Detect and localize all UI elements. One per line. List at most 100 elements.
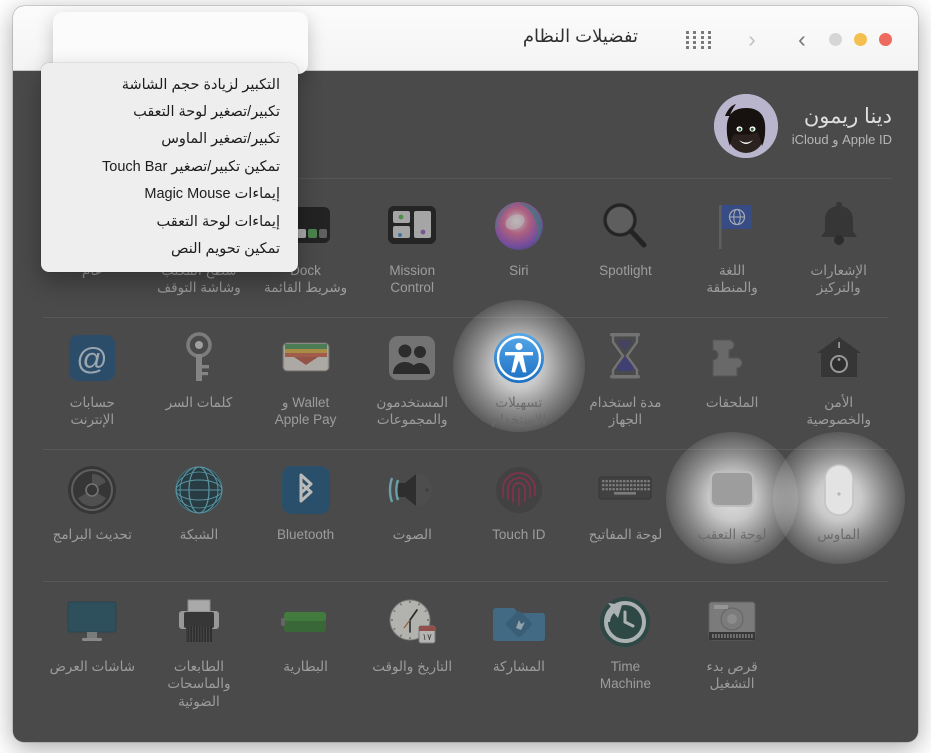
preferences-row: تحديث البرامج الشبكة Bluetooth الصوت Touch I… <box>39 450 892 582</box>
back-chevron-icon[interactable]: ‹ <box>739 26 765 52</box>
pref-item-label: الإشعارات والتركيز <box>810 263 867 296</box>
pref-item-mission-control[interactable]: Mission Control <box>359 192 466 310</box>
account-name: دينا ريمون <box>803 104 892 128</box>
svg-text:@: @ <box>77 341 108 376</box>
sound-icon <box>384 462 440 518</box>
pref-item-label: حسابات الإنترنت <box>69 395 115 428</box>
pref-item-label: Time Machine <box>599 659 651 692</box>
accessibility-icon <box>491 330 547 386</box>
search-suggestion-item[interactable]: تكبير/تصغير الماوس <box>41 126 298 153</box>
search-suggestion-item[interactable]: إيماءات Magic Mouse <box>41 181 298 208</box>
page-title: تفضيلات النظام <box>522 26 638 46</box>
avatar[interactable] <box>713 94 778 158</box>
pref-item-screen-time[interactable]: مدة استخدام الجهاز <box>572 324 679 442</box>
bluetooth-icon <box>278 462 334 518</box>
pref-item-spotlight[interactable]: Spotlight <box>572 192 679 310</box>
search-suggestion-item[interactable]: إيماءات لوحة التعقب <box>41 208 298 235</box>
pref-item-label: الشبكة <box>179 527 219 542</box>
pref-item-label: التاريخ والوقت <box>372 659 453 674</box>
pref-item-label: كلمات السر <box>165 395 233 410</box>
pref-item-touch-id[interactable]: Touch ID <box>466 456 573 574</box>
pref-item-network[interactable]: الشبكة <box>146 456 253 574</box>
account-text: دينا ريمون Apple ID و iCloud <box>792 104 892 148</box>
pref-item-wallet-applepay[interactable]: Wallet و Apple Pay <box>252 324 359 442</box>
pref-item-displays[interactable]: شاشات العرض <box>39 588 146 710</box>
pref-item-trackpad[interactable]: لوحة التعقب <box>679 456 786 574</box>
battery-icon <box>278 594 334 650</box>
pref-item-label: Spotlight <box>599 263 652 278</box>
apple-id-account-row[interactable]: دينا ريمون Apple ID و iCloud <box>713 94 892 158</box>
pref-item-passwords[interactable]: كلمات السر <box>146 324 253 442</box>
pref-item-label: Bluetooth <box>277 527 335 542</box>
preferences-row: شاشات العرض الطابعات والماسحات الضوئية الب… <box>39 582 892 718</box>
pref-item-label: Siri <box>509 263 529 278</box>
pref-item-sound[interactable]: الصوت <box>359 456 466 574</box>
pref-item-label: مدة استخدام الجهاز <box>589 395 662 428</box>
passwords-icon <box>171 330 227 386</box>
printers-scanners-icon <box>171 594 227 650</box>
search-suggestion-item[interactable]: التكبير لزيادة حجم الشاشة <box>41 71 298 98</box>
sharing-icon <box>491 594 547 650</box>
pref-item-label: الصوت <box>392 527 432 542</box>
network-icon <box>171 462 227 518</box>
pref-item-battery[interactable]: البطارية <box>252 588 359 710</box>
pref-item-label: اللغة والمنطقة <box>706 263 758 296</box>
pref-item-printers-scanners[interactable]: الطابعات والماسحات الضوئية <box>146 588 253 710</box>
pref-item-extensions[interactable]: الملحقات <box>679 324 786 442</box>
pref-item-security-privacy[interactable]: الأمن والخصوصية <box>785 324 892 442</box>
pref-item-users-groups[interactable]: المستخدمون والمجموعات <box>359 324 466 442</box>
pref-item-label: الطابعات والماسحات الضوئية <box>167 659 231 709</box>
pref-item-label: قرص بدء التشغيل <box>706 659 758 692</box>
extensions-icon <box>704 330 760 386</box>
pref-item-mouse[interactable]: الماوس <box>785 456 892 574</box>
touch-id-icon <box>491 462 547 518</box>
pref-item-notifications-focus[interactable]: الإشعارات والتركيز <box>785 192 892 310</box>
pref-item-label: لوحة المفاتيح <box>588 527 663 542</box>
show-all-grid-icon[interactable] <box>683 31 711 49</box>
mouse-icon <box>811 462 867 518</box>
trackpad-icon <box>704 462 760 518</box>
displays-icon <box>64 594 120 650</box>
pref-item-internet-accounts[interactable]: @ حسابات الإنترنت <box>39 324 146 442</box>
search-suggestions-dropdown[interactable]: التكبير لزيادة حجم الشاشة تكبير/تصغير لوح… <box>41 63 298 273</box>
pref-item-label: الملحقات <box>705 395 759 410</box>
minimize-button[interactable] <box>829 33 842 46</box>
pref-item-label: Touch ID <box>492 527 546 542</box>
pref-item-startup-disk[interactable]: قرص بدء التشغيل <box>679 588 786 710</box>
svg-text:١٧: ١٧ <box>422 632 432 642</box>
pref-item-sharing[interactable]: المشاركة <box>466 588 573 710</box>
zoom-button[interactable] <box>854 33 867 46</box>
pref-item-software-update[interactable]: تحديث البرامج <box>39 456 146 574</box>
startup-disk-icon <box>704 594 760 650</box>
pref-item-language-region[interactable]: اللغة والمنطقة <box>679 192 786 310</box>
pref-item-time-machine[interactable]: Time Machine <box>572 588 679 710</box>
users-groups-icon <box>384 330 440 386</box>
forward-chevron-icon[interactable]: › <box>789 26 815 52</box>
pref-item-label: البطارية <box>283 659 328 674</box>
pref-item-accessibility[interactable]: تسهيلات الاستخدام <box>466 324 573 442</box>
pref-item-label: Wallet و Apple Pay <box>274 395 337 428</box>
pref-item-label: تحديث البرامج <box>52 527 133 542</box>
pref-item-label: المشاركة <box>492 659 545 674</box>
date-time-icon: ١٧ <box>384 594 440 650</box>
pref-item-keyboard[interactable]: لوحة المفاتيح <box>572 456 679 574</box>
mission-control-icon <box>384 198 440 254</box>
language-region-icon <box>704 198 760 254</box>
pref-item-date-time[interactable]: ١٧ التاريخ والوقت <box>359 588 466 710</box>
screen-time-icon <box>597 330 653 386</box>
notifications-focus-icon <box>811 198 867 254</box>
time-machine-icon <box>597 594 653 650</box>
pref-item-bluetooth[interactable]: Bluetooth <box>252 456 359 574</box>
siri-icon <box>491 198 547 254</box>
close-button[interactable] <box>879 33 892 46</box>
pref-item-siri[interactable]: Siri <box>466 192 573 310</box>
pref-item-label: الماوس <box>817 527 861 542</box>
system-preferences-window: › ‹ تفضيلات النظام تكبير/تصغير ✕ دينا ري… <box>13 6 918 742</box>
software-update-icon <box>64 462 120 518</box>
spotlight-icon <box>597 198 653 254</box>
search-suggestion-item[interactable]: تكبير/تصغير لوحة التعقب <box>41 98 298 125</box>
search-suggestion-item[interactable]: تمكين تكبير/تصغير Touch Bar <box>41 153 298 180</box>
wallet-applepay-icon <box>278 330 334 386</box>
search-suggestion-item[interactable]: تمكين تحويم النص <box>41 236 298 263</box>
preferences-row: @ حسابات الإنترنت كلمات السر Wallet و Apple… <box>39 318 892 450</box>
